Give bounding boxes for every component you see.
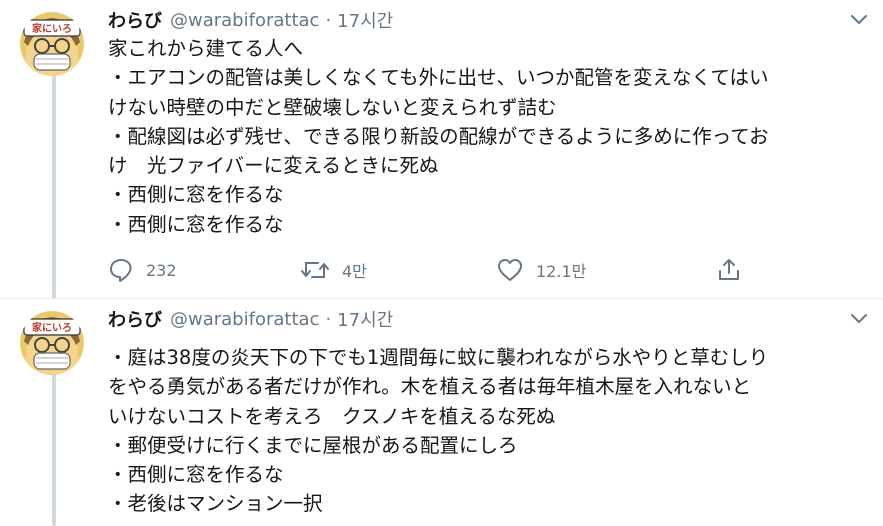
avatar-illustration: 家にいろ [20,12,84,76]
avatar[interactable]: 家にいろ [20,12,84,76]
chevron-down-icon[interactable] [847,309,871,329]
tweet-text-line: ・エアコンの配管は美しくなくても外に出せ、いつか配管を変えなくてはい [108,66,769,90]
timestamp[interactable]: 17시간 [337,7,393,33]
svg-text:家にいろ: 家にいろ [32,321,72,334]
separator-dot: · [325,308,332,330]
tweet-header: わらび @warabiforattac · 17시간 [108,305,393,333]
retweet-icon [301,262,329,278]
tweet-text: ・庭は38度の炎天下の下でも1週間毎に蚊に襲われながら水やりと草むしり をやる勇… [108,343,868,519]
display-name[interactable]: わらび [108,306,162,332]
like-button[interactable]: 12.1만 [496,254,586,286]
user-handle[interactable]: @warabiforattac [170,309,319,330]
display-name[interactable]: わらび [108,7,162,33]
tweet-text-line: ・西側に窓を作るな [108,183,284,207]
tweet-text-line: をやる勇気がある者だけが作れ。木を植える者は毎年植木屋を入れないと [108,375,752,399]
tweet-text: 家これから建てる人へ ・エアコンの配管は美しくなくても外に出せ、いつか配管を変え… [108,34,868,239]
share-icon [719,259,739,280]
tweet-header: わらび @warabiforattac · 17시간 [108,6,393,34]
tweet-text-line: ・郵便受けに行くまでに屋根がある配置にしろ [108,433,518,457]
reply-count: 232 [146,260,177,280]
share-button[interactable] [716,254,754,286]
svg-text:家にいろ: 家にいろ [32,22,72,35]
avatar[interactable]: 家にいろ [20,311,84,375]
tweet-text-line: ・老後はマンション一択 [108,492,323,516]
like-count: 12.1만 [536,262,587,281]
reply-icon [110,259,132,282]
timestamp[interactable]: 17시간 [337,306,393,332]
chevron-down-icon[interactable] [847,10,871,30]
tweet-text-line: ・庭は38度の炎天下の下でも1週間毎に蚊に襲われながら水やりと草むしり [108,346,769,369]
tweet-text-line: けない時壁の中だと壁破壊しないと変えられず詰む [108,95,557,119]
tweet[interactable]: 家にいろ わらび @warabiforattac · 17시간 ・庭は38度の炎… [0,299,883,521]
heart-icon [498,259,522,281]
tweet[interactable]: 家にいろ わらび @warabiforattac · 17시간 家これから建てる… [0,0,883,298]
reply-button[interactable]: 232 [108,254,177,286]
tweet-text-line: 家これから建てる人へ [108,37,304,60]
avatar-illustration: 家にいろ [20,311,84,375]
retweet-button[interactable]: 4만 [300,254,367,286]
tweet-text-line: ・配線図は必ず残せ、できる限り新設の配線ができるように多めに作ってお [108,124,769,148]
retweet-count: 4만 [342,262,367,281]
tweet-text-line: け 光ファイバーに変えるときに死ぬ [108,154,439,178]
tweet-text-line: ・西側に窓を作るな [108,463,284,487]
separator-dot: · [325,9,332,31]
tweet-text-line: いけないコストを考えろ クスノキを植えるな死ぬ [108,404,556,428]
user-handle[interactable]: @warabiforattac [170,10,319,31]
tweet-text-line: ・西側に窓を作るな [108,212,284,236]
tweet-actions: 232 4만 12.1만 [100,254,760,286]
